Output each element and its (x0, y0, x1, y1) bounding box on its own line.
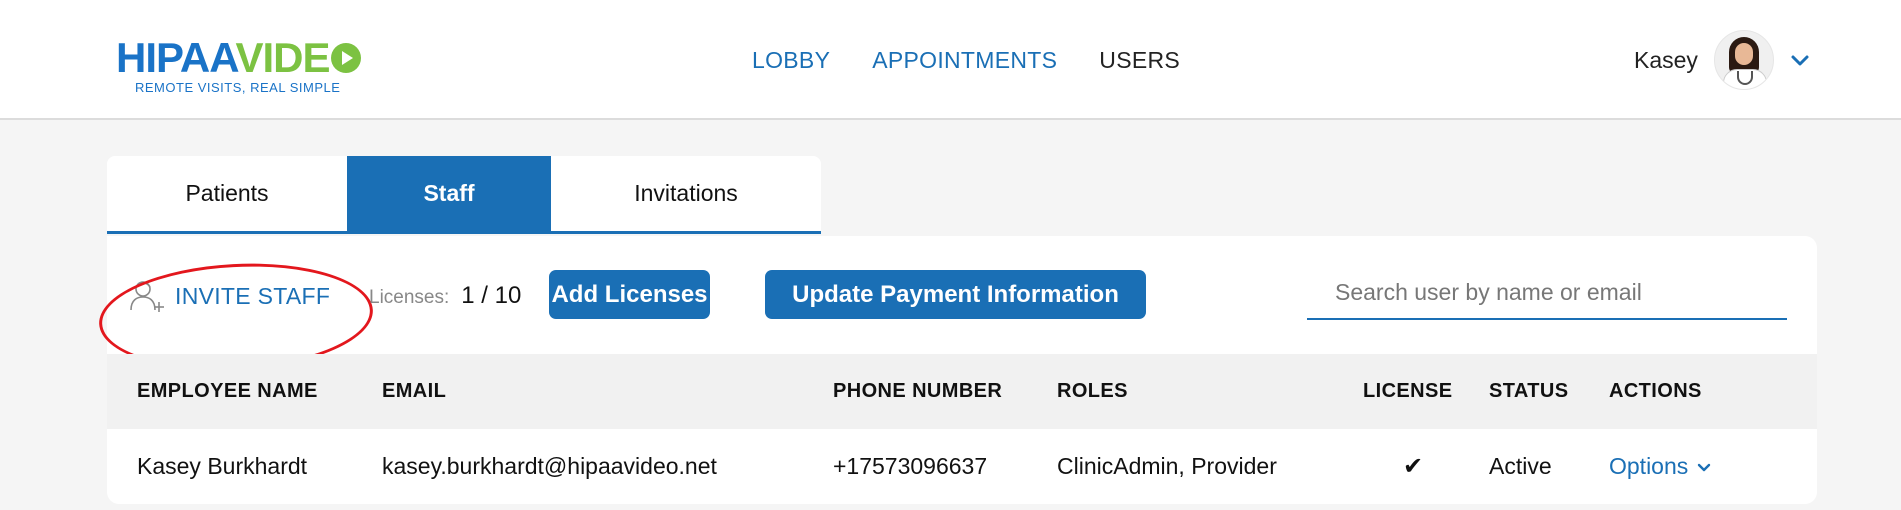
logo-text-video: VIDE (235, 34, 330, 81)
table-header: EMPLOYEE NAME EMAIL PHONE NUMBER ROLES L… (107, 354, 1817, 429)
invite-staff-label: INVITE STAFF (175, 282, 331, 309)
staff-table: EMPLOYEE NAME EMAIL PHONE NUMBER ROLES L… (107, 354, 1817, 504)
top-header: HIPAAVIDE REMOTE VISITS, REAL SIMPLE LOB… (0, 0, 1901, 120)
tab-invitations[interactable]: Invitations (551, 156, 821, 231)
header-roles[interactable]: ROLES (1057, 354, 1128, 429)
staff-panel: INVITE STAFF Licenses: 1 / 10 Add Licens… (96, 236, 1817, 504)
table-row: Kasey Burkhardt kasey.burkhardt@hipaavid… (107, 429, 1817, 504)
play-icon (331, 42, 362, 73)
logo-text-hipaa: HIPAA (116, 34, 236, 81)
cell-status: Active (1489, 453, 1552, 479)
search-input[interactable] (1307, 266, 1787, 320)
options-dropdown[interactable]: Options (1609, 429, 1712, 504)
nav-lobby[interactable]: LOBBY (752, 44, 830, 76)
licenses-value: 1 / 10 (461, 282, 522, 309)
nav-users[interactable]: USERS (1099, 44, 1180, 76)
header-employee-name[interactable]: EMPLOYEE NAME (137, 354, 318, 429)
logo-tagline: REMOTE VISITS, REAL SIMPLE (135, 80, 341, 95)
add-user-icon (130, 281, 164, 312)
nav-appointments[interactable]: APPOINTMENTS (872, 44, 1057, 76)
user-menu[interactable]: Kasey (1634, 30, 1812, 90)
cell-phone: +17573096637 (833, 453, 988, 479)
users-tabs: Patients Staff Invitations (107, 156, 821, 234)
check-icon: ✔ (1403, 453, 1424, 480)
licenses-counter: Licenses: 1 / 10 (369, 282, 521, 310)
header-license[interactable]: LICENSE (1363, 354, 1452, 429)
main-nav: LOBBY APPOINTMENTS USERS (752, 44, 1180, 76)
cell-employee-name: Kasey Burkhardt (137, 453, 308, 479)
logo-wordmark: HIPAAVIDE (116, 34, 362, 81)
header-phone-number[interactable]: PHONE NUMBER (833, 354, 1002, 429)
user-name: Kasey (1634, 46, 1698, 73)
invite-staff-button[interactable]: INVITE STAFF (127, 276, 330, 316)
update-payment-button[interactable]: Update Payment Information (765, 270, 1146, 319)
header-actions: ACTIONS (1609, 380, 1702, 402)
avatar (1713, 30, 1774, 90)
tab-patients[interactable]: Patients (107, 156, 347, 231)
brand-logo[interactable]: HIPAAVIDE REMOTE VISITS, REAL SIMPLE (116, 36, 366, 96)
chevron-down-icon (1698, 463, 1711, 471)
tab-staff[interactable]: Staff (347, 156, 551, 231)
add-licenses-button[interactable]: Add Licenses (549, 270, 710, 319)
chevron-down-icon[interactable] (1788, 48, 1812, 72)
cell-email: kasey.burkhardt@hipaavideo.net (382, 453, 717, 479)
cell-roles: ClinicAdmin, Provider (1057, 453, 1277, 479)
options-label: Options (1609, 453, 1689, 479)
header-email[interactable]: EMAIL (382, 354, 446, 429)
header-status[interactable]: STATUS (1489, 354, 1568, 429)
licenses-label: Licenses: (369, 287, 450, 308)
